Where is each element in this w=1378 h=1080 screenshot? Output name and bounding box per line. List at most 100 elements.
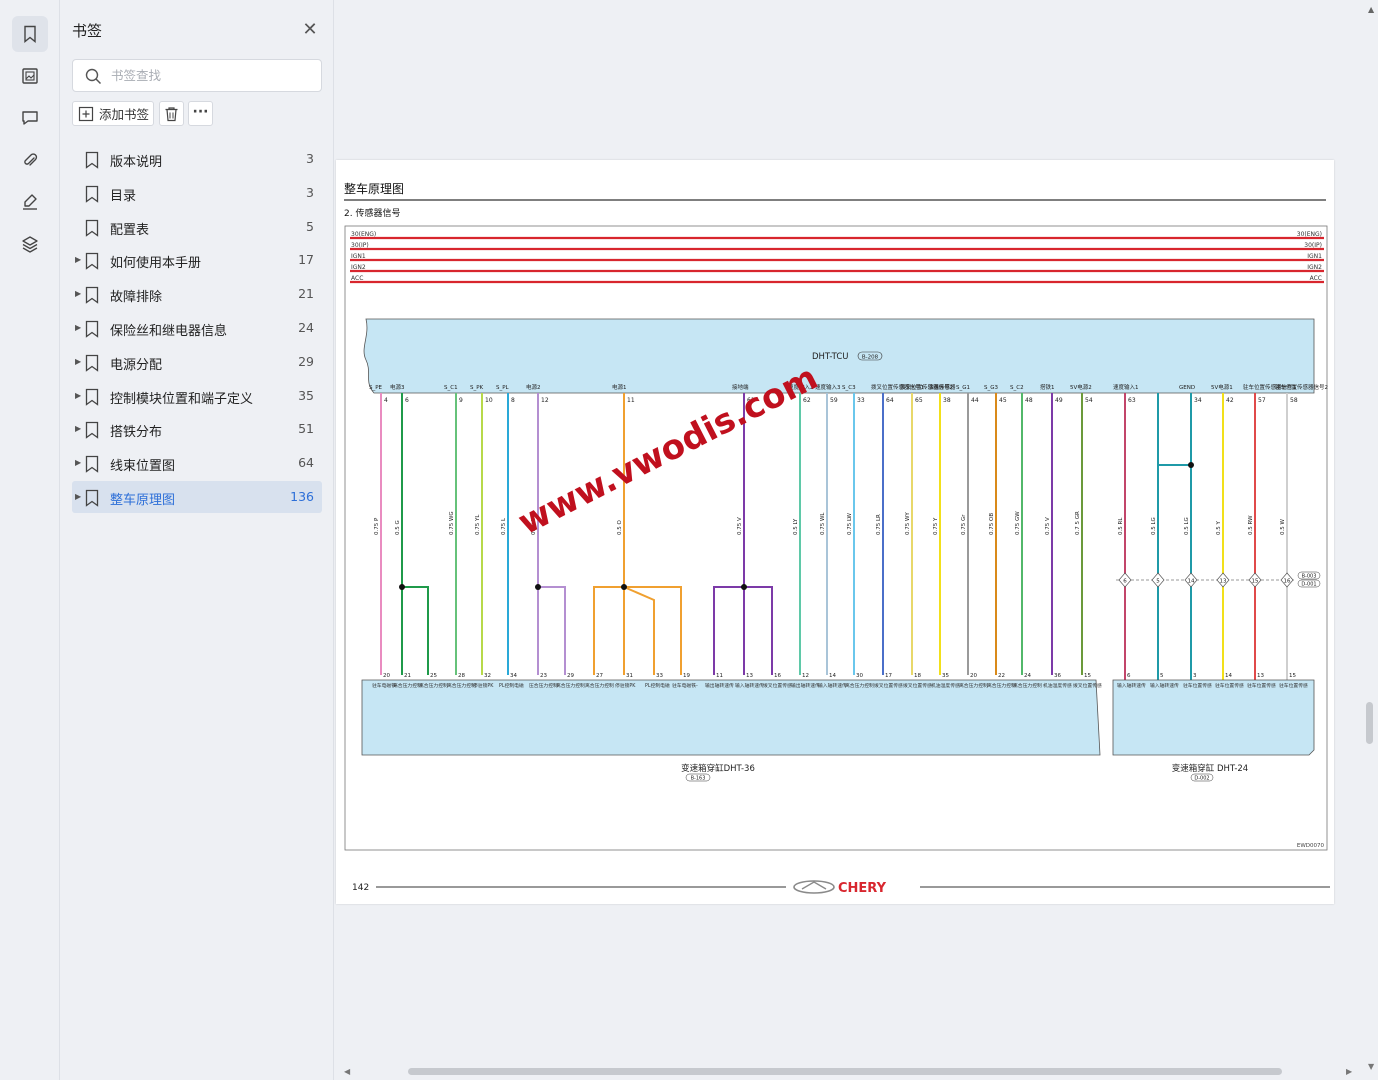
vertical-scrollbar[interactable] xyxy=(1366,702,1373,744)
bookmark-item[interactable]: ▶ 控制模块位置和端子定义 35 xyxy=(72,380,322,412)
power-rail-label: 30(IP) xyxy=(351,242,369,249)
connector-1-pin-label: 离合压力控制 xyxy=(447,682,476,689)
image-icon[interactable] xyxy=(12,58,48,94)
scroll-left-icon[interactable]: ◀ xyxy=(344,1067,350,1076)
connector-1-pin: 20 xyxy=(383,673,390,679)
tcu-pin-number: 54 xyxy=(1085,397,1093,404)
connector-1-pin-label: 拨叉位置传感 xyxy=(763,682,792,689)
trash-icon xyxy=(165,106,178,121)
expand-arrow-icon[interactable]: ▶ xyxy=(75,289,81,298)
tcu-pin-name: 驻车位置传感器信号2 xyxy=(1275,383,1328,391)
bookmark-search xyxy=(72,59,322,92)
expand-arrow-icon[interactable]: ▶ xyxy=(75,424,81,433)
bookmark-item[interactable]: 目录 3 xyxy=(72,177,322,209)
expand-arrow-icon[interactable]: ▶ xyxy=(75,255,81,264)
connector-1-pin: 35 xyxy=(942,673,949,679)
tcu-pin-name: S_C3 xyxy=(842,385,856,391)
connector-2-code: D-002 xyxy=(1194,776,1209,782)
bookmark-icon xyxy=(85,388,99,406)
bookmark-label: 线束位置图 xyxy=(110,459,176,475)
bookmark-item[interactable]: ▶ 故障排除 21 xyxy=(72,278,322,310)
layers-icon[interactable] xyxy=(12,226,48,262)
splice-number: 14 xyxy=(1188,579,1195,585)
connector-1-pin-label: 停驻锁PK xyxy=(615,682,636,689)
diagram-header-title: 整车原理图 xyxy=(344,181,404,196)
tcu-pin-number: 58 xyxy=(1290,397,1298,404)
add-bookmark-button[interactable]: 添加书签 xyxy=(72,101,154,126)
signature-icon[interactable] xyxy=(12,184,48,220)
bookmark-item[interactable]: 配置表 5 xyxy=(72,211,322,243)
bookmark-icon xyxy=(85,422,99,440)
close-icon[interactable]: ✕ xyxy=(300,20,320,40)
connector-1-box xyxy=(361,679,1101,756)
bookmark-item[interactable]: ▶ 如何使用本手册 17 xyxy=(72,244,322,276)
connector-1-pin: 16 xyxy=(774,673,781,679)
bookmark-icon xyxy=(85,489,99,507)
connector-2-pin: 5 xyxy=(1160,673,1164,679)
search-input[interactable] xyxy=(111,60,311,91)
wire-label: 0.75 WG xyxy=(449,511,455,535)
connector-1-pin: 24 xyxy=(1024,673,1031,679)
bookmark-item[interactable]: ▶ 保险丝和继电器信息 24 xyxy=(72,312,322,344)
scroll-right-icon[interactable]: ▶ xyxy=(1346,1067,1352,1076)
connector-1-pin: 14 xyxy=(829,673,836,679)
more-options-button[interactable]: ··· xyxy=(188,101,213,126)
horizontal-scrollbar[interactable] xyxy=(408,1068,1282,1075)
splice-dot xyxy=(621,584,627,590)
tcu-pin-name: 电源1 xyxy=(612,383,627,391)
comment-icon[interactable] xyxy=(12,100,48,136)
bookmark-icon[interactable] xyxy=(12,16,48,52)
bookmark-page-number: 5 xyxy=(306,218,314,234)
bookmark-label: 整车原理图 xyxy=(110,493,176,508)
connector-1-pin: 34 xyxy=(510,673,517,679)
bookmark-item[interactable]: ▶ 搭铁分布 51 xyxy=(72,413,322,445)
delete-bookmark-button[interactable] xyxy=(159,101,184,126)
wire-label: 0.75 V xyxy=(1045,517,1051,535)
expand-arrow-icon[interactable]: ▶ xyxy=(75,492,81,501)
tcu-pin-number: 12 xyxy=(541,397,549,404)
bookmark-item[interactable]: ▶ 电源分配 29 xyxy=(72,346,322,378)
pdf-page: 整车原理图 2. 传感器信号 30(ENG) 30(ENG) 30(IP) 30(IP) I… xyxy=(336,160,1334,904)
wire-label: 0.75 GW xyxy=(1015,511,1021,535)
connector-2-pin-label: 驻车位置传感 xyxy=(1183,682,1212,689)
bookmark-item[interactable]: ▶ 线束位置图 64 xyxy=(72,447,322,479)
scroll-down-icon[interactable]: ▼ xyxy=(1368,1062,1374,1071)
tcu-pin-number: 63 xyxy=(1128,397,1136,404)
tcu-pin-name: S_PL xyxy=(496,385,510,391)
connector-1-pin-label: 离合压力控制 xyxy=(393,682,422,689)
expand-arrow-icon[interactable]: ▶ xyxy=(75,391,81,400)
connector-1-pin-label: 离合压力控制 xyxy=(419,682,448,689)
connector-2-pin: 14 xyxy=(1225,673,1232,679)
bookmark-page-number: 136 xyxy=(290,489,314,504)
wire-label: 0.5 RW xyxy=(1248,515,1254,535)
tcu-pin-number: 34 xyxy=(1194,397,1202,404)
bookmark-icon xyxy=(85,185,99,203)
connector-1-pin: 36 xyxy=(1054,673,1061,679)
connector-1-name: 变速箱穿缸DHT-36 xyxy=(681,763,755,774)
expand-arrow-icon[interactable]: ▶ xyxy=(75,323,81,332)
bookmark-item[interactable]: ▶ 整车原理图 136 xyxy=(72,481,322,513)
tcu-pin-number: 44 xyxy=(971,397,979,404)
wire-label: 0.75 WL xyxy=(820,512,826,535)
expand-arrow-icon[interactable]: ▶ xyxy=(75,357,81,366)
bookmark-item[interactable]: 版本说明 3 xyxy=(72,143,322,175)
tcu-pin-name: GEND xyxy=(1179,385,1195,391)
scroll-up-icon[interactable]: ▲ xyxy=(1368,5,1374,14)
power-rail-label: 30(ENG) xyxy=(351,231,376,238)
splice-ref: D-001 xyxy=(1301,582,1316,588)
connector-1-pin: 21 xyxy=(404,673,411,679)
connector-1-pin-label: 输入轴转速传 xyxy=(735,682,764,689)
tcu-pin-name: 速度输入1 xyxy=(1113,383,1139,391)
expand-arrow-icon[interactable]: ▶ xyxy=(75,458,81,467)
power-rail-label: ACC xyxy=(1310,275,1322,282)
power-rail-label: 30(IP) xyxy=(1304,242,1322,249)
attachment-icon[interactable] xyxy=(12,142,48,178)
tcu-pin-name: 搭铁1 xyxy=(1040,383,1055,391)
connector-1-pin-label: PL控制电磁 xyxy=(645,682,670,689)
connector-2-pin-label: 输入轴转速传 xyxy=(1150,682,1179,689)
connector-1-code: B-163 xyxy=(691,776,706,782)
splice-number: 6 xyxy=(1123,579,1127,585)
wire-label: 0.5 LG xyxy=(1151,517,1157,535)
connector-1-pin-label: 拨叉位置传感 xyxy=(1073,682,1102,689)
connector-2-pin: 6 xyxy=(1127,673,1131,679)
